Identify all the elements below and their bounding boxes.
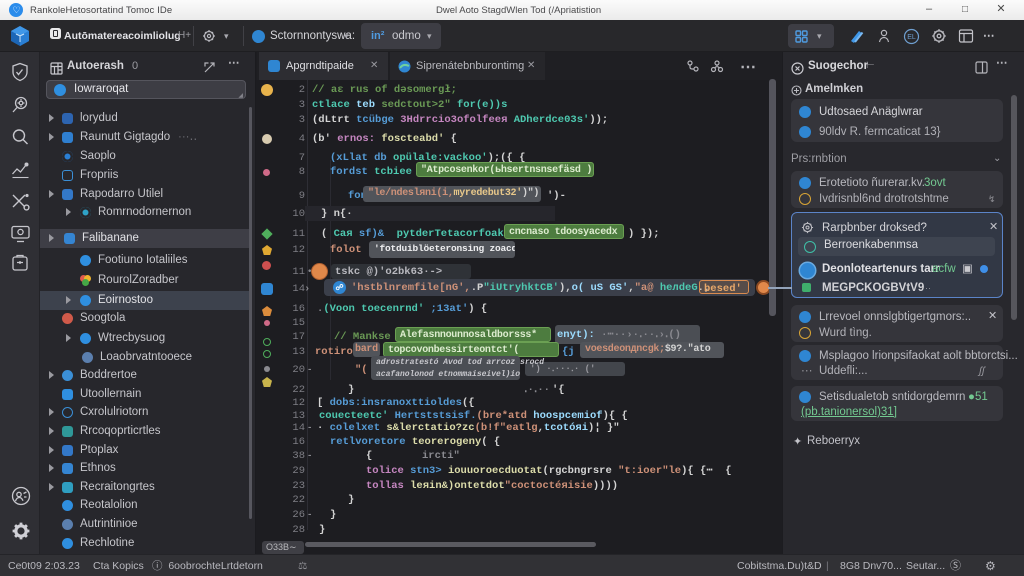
- svg-text:EL: EL: [907, 34, 916, 41]
